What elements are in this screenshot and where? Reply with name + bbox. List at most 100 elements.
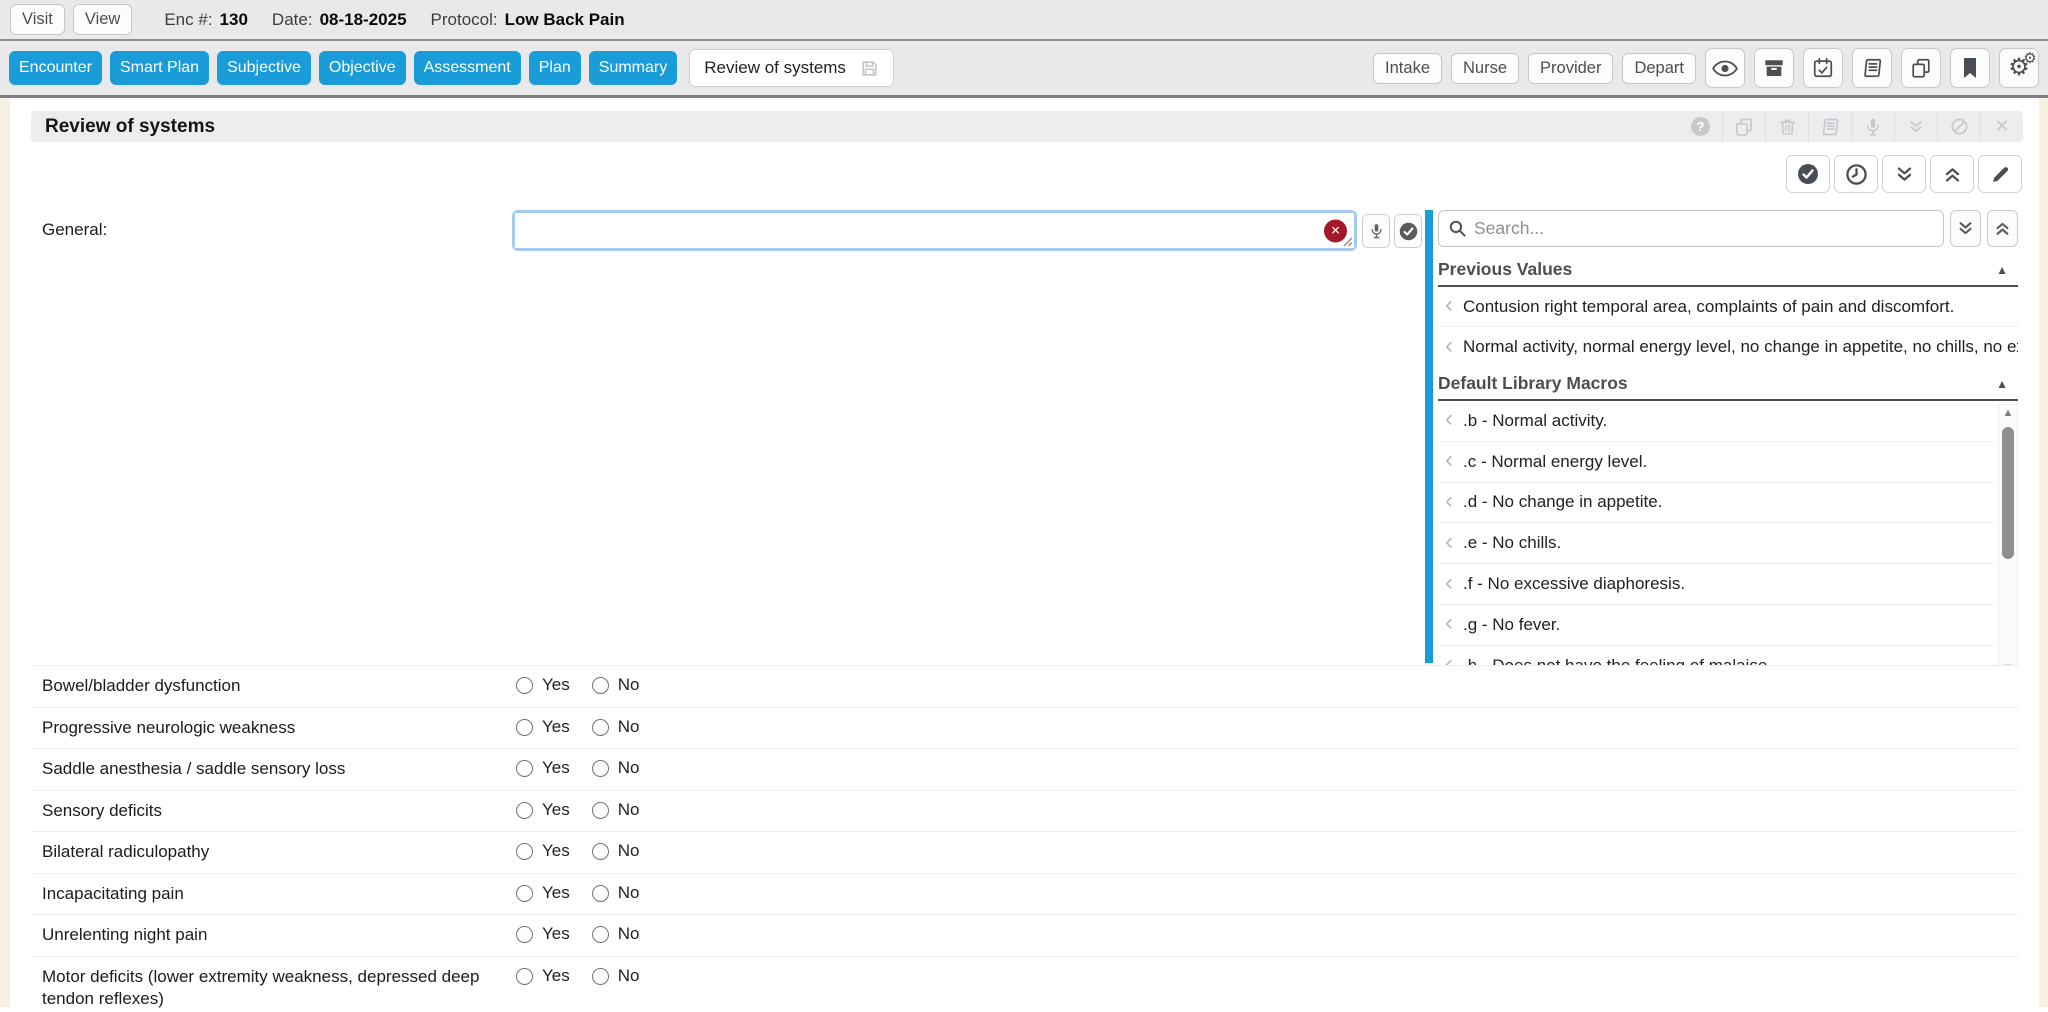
stage-button[interactable]: Depart	[1622, 53, 1696, 84]
question-row: Sensory deficits Yes No	[31, 790, 2018, 832]
confirm-field-button[interactable]	[1394, 214, 1422, 248]
yes-option: Yes	[516, 966, 570, 986]
question-label: Progressive neurologic weakness	[42, 717, 504, 740]
no-radio[interactable]	[592, 843, 609, 860]
edit-button[interactable]	[1978, 155, 2022, 193]
stage-button[interactable]: Intake	[1373, 53, 1442, 84]
macro-item[interactable]: ‹ .f - No excessive diaphoresis.	[1438, 564, 1994, 605]
yes-radio[interactable]	[516, 968, 533, 985]
ban-icon[interactable]	[1937, 111, 1980, 142]
no-option: No	[592, 758, 640, 778]
no-radio[interactable]	[592, 968, 609, 985]
no-option: No	[592, 675, 640, 695]
expand-all-button[interactable]	[1882, 155, 1926, 193]
tab-review-of-systems[interactable]: Review of systems	[689, 49, 894, 87]
section-title: Review of systems	[31, 116, 215, 138]
no-radio[interactable]	[592, 719, 609, 736]
insert-chevron-icon: ‹	[1445, 489, 1453, 513]
previous-value-item[interactable]: ‹ Contusion right temporal area, complai…	[1438, 287, 2018, 327]
question-label: Saddle anesthesia / saddle sensory loss	[42, 758, 504, 781]
panel-expand-button[interactable]	[1950, 210, 1981, 247]
scrollbar-thumb[interactable]	[2002, 427, 2014, 559]
collapse-triangle-icon[interactable]: ▲	[1996, 263, 2018, 277]
question-row: Bilateral radiculopathy Yes No	[31, 831, 2018, 873]
dictate-button[interactable]	[1362, 214, 1390, 248]
nav-button[interactable]: Summary	[589, 51, 677, 85]
macro-item[interactable]: ‹ .e - No chills.	[1438, 523, 1994, 564]
yes-radio[interactable]	[516, 926, 533, 943]
copy-button[interactable]	[1901, 48, 1941, 88]
stage-button[interactable]: Provider	[1528, 53, 1613, 84]
question-row: Unrelenting night pain Yes No	[31, 914, 2018, 956]
left-edge-strip	[0, 98, 10, 1007]
action-buttons	[1786, 155, 2022, 193]
macro-item[interactable]: ‹ .c - Normal energy level.	[1438, 442, 1994, 483]
macro-scrollbar[interactable]: ▲ ▼	[1998, 404, 2018, 677]
visit-button[interactable]: Visit	[10, 4, 65, 35]
no-radio[interactable]	[592, 926, 609, 943]
stage-button[interactable]: Nurse	[1451, 53, 1519, 84]
nav-button[interactable]: Encounter	[9, 51, 102, 85]
search-input[interactable]	[1474, 218, 1943, 239]
previous-values-list: ‹ Contusion right temporal area, complai…	[1438, 287, 2018, 367]
library-button[interactable]	[1852, 48, 1892, 88]
microphone-icon[interactable]	[1851, 111, 1894, 142]
resize-handle-icon[interactable]	[1342, 236, 1353, 247]
yes-radio[interactable]	[516, 760, 533, 777]
microphone-icon	[1369, 221, 1384, 241]
nav-button[interactable]: Subjective	[217, 51, 311, 85]
collapse-triangle-icon[interactable]: ▲	[1996, 377, 2018, 391]
macro-item[interactable]: ‹ .b - Normal activity.	[1438, 401, 1994, 442]
nav-button[interactable]: Plan	[529, 51, 581, 85]
panel-collapse-button[interactable]	[1987, 210, 2018, 247]
macro-item[interactable]: ‹ .g - No fever.	[1438, 605, 1994, 646]
general-textarea[interactable]	[515, 213, 1354, 248]
chevron-double-down-icon[interactable]	[1894, 111, 1937, 142]
nav-button[interactable]: Smart Plan	[110, 51, 209, 85]
book-icon[interactable]	[1808, 111, 1851, 142]
help-icon[interactable]: ?	[1679, 111, 1722, 142]
clock-icon	[1845, 163, 1868, 186]
trash-icon[interactable]	[1765, 111, 1808, 142]
copy-icon[interactable]	[1722, 111, 1765, 142]
archive-button[interactable]	[1754, 48, 1794, 88]
yes-radio[interactable]	[516, 802, 533, 819]
no-radio[interactable]	[592, 885, 609, 902]
view-button[interactable]: View	[73, 4, 132, 35]
check-circle-icon	[1398, 221, 1419, 242]
history-button[interactable]	[1834, 155, 1878, 193]
question-row: Saddle anesthesia / saddle sensory loss …	[31, 748, 2018, 790]
eye-button[interactable]	[1705, 48, 1745, 88]
no-radio[interactable]	[592, 760, 609, 777]
chevron-double-up-icon	[1943, 165, 1962, 184]
no-option: No	[592, 800, 640, 820]
macro-list-area: ‹ .b - Normal activity. ‹ .c - Normal en…	[1438, 401, 2018, 677]
no-option: No	[592, 924, 640, 944]
yes-radio[interactable]	[516, 843, 533, 860]
macro-item[interactable]: ‹ .d - No change in appetite.	[1438, 483, 1994, 524]
nav-button[interactable]: Assessment	[414, 51, 521, 85]
question-label: Unrelenting night pain	[42, 924, 504, 947]
collapse-all-button[interactable]	[1930, 155, 1974, 193]
eye-icon	[1712, 60, 1738, 77]
macro-side-panel: Previous Values ▲ ‹ Contusion right temp…	[1438, 210, 2018, 677]
no-radio[interactable]	[592, 802, 609, 819]
yes-option: Yes	[516, 800, 570, 820]
question-label: Bilateral radiculopathy	[42, 841, 504, 864]
no-radio[interactable]	[592, 677, 609, 694]
yes-radio[interactable]	[516, 885, 533, 902]
encounter-date: Date: 08-18-2025	[272, 10, 407, 30]
calendar-button[interactable]	[1803, 48, 1843, 88]
bookmark-button[interactable]	[1950, 48, 1990, 88]
previous-value-item[interactable]: ‹ Normal activity, normal energy level, …	[1438, 327, 2018, 367]
top-bar: Visit View Enc #: 130 Date: 08-18-2025 P…	[0, 0, 2048, 41]
close-icon[interactable]: ✕	[1980, 111, 2023, 142]
nav-button[interactable]: Objective	[319, 51, 406, 85]
yes-radio[interactable]	[516, 719, 533, 736]
chevron-double-down-icon	[1895, 165, 1914, 184]
complete-button[interactable]	[1786, 155, 1830, 193]
yes-radio[interactable]	[516, 677, 533, 694]
question-row: Progressive neurologic weakness Yes No	[31, 707, 2018, 749]
settings-button[interactable]: ⚙⚙	[1999, 48, 2039, 88]
scroll-up-icon[interactable]: ▲	[1999, 407, 2017, 419]
